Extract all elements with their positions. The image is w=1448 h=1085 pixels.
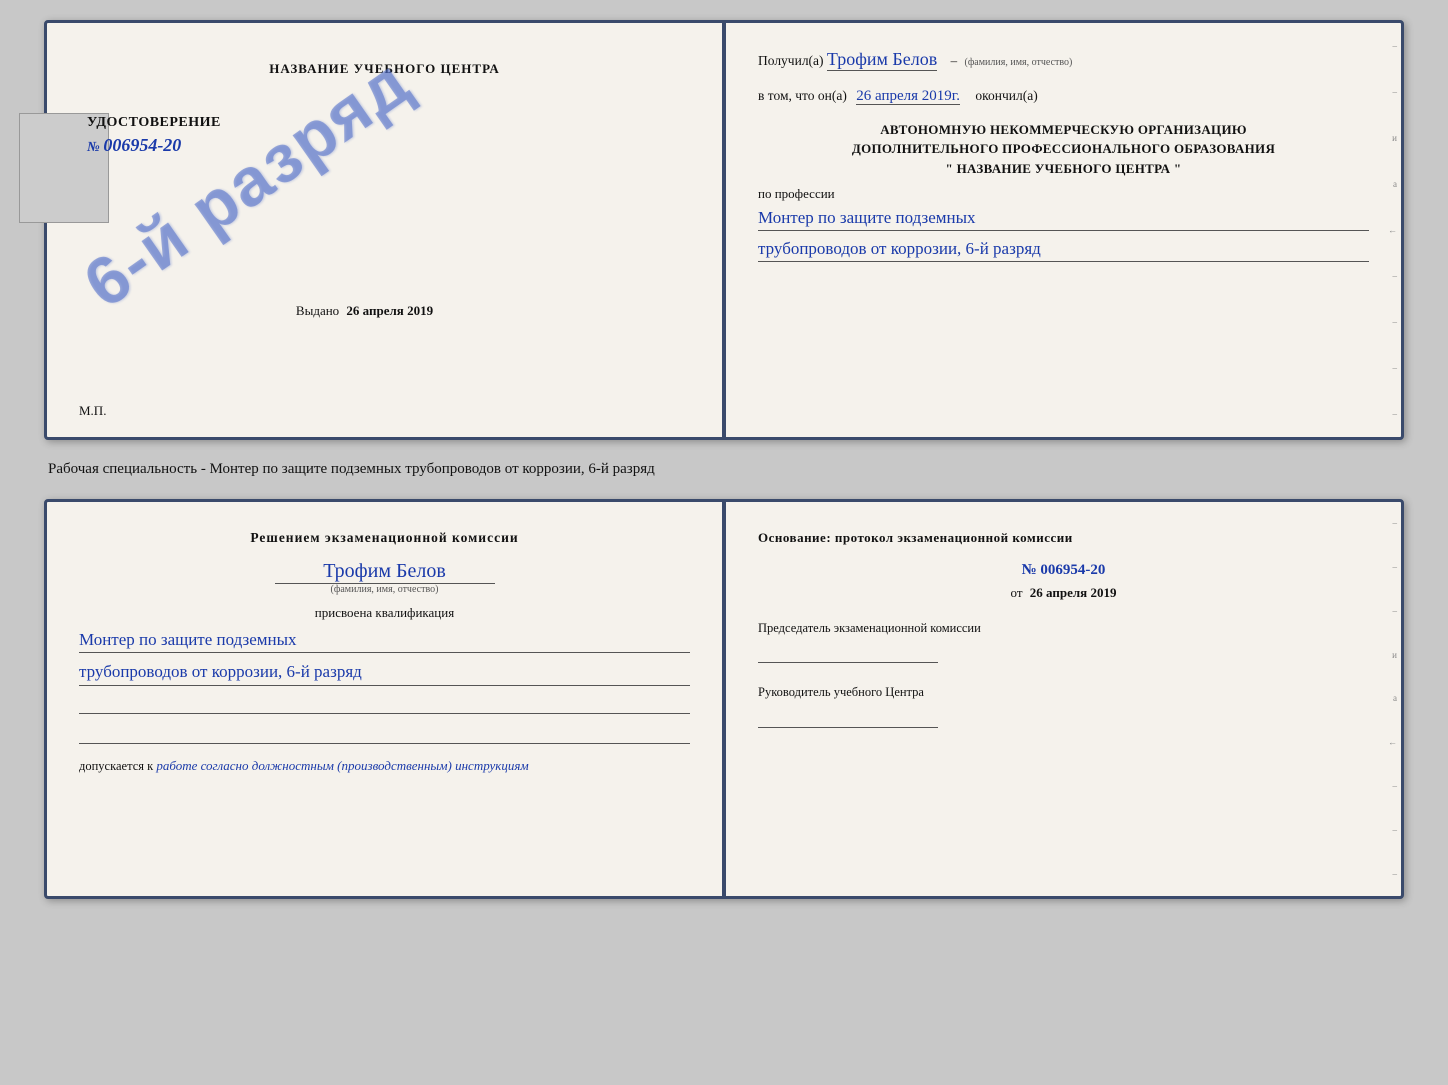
blank-line-1 [79,692,690,714]
person-name-block: Трофим Белов (фамилия, имя, отчество) [79,560,690,595]
person-name: Трофим Белов [275,560,495,584]
director-sig-line [758,706,938,728]
chairman-sig-line [758,641,938,663]
director-block: Руководитель учебного Центра [758,683,1369,728]
profession-label: по профессии [758,186,1369,202]
certificate-document: НАЗВАНИЕ УЧЕБНОГО ЦЕНТРА УДОСТОВЕРЕНИЕ №… [44,20,1404,440]
profession-value-1: Монтер по защите подземных [758,206,1369,231]
received-line: Получил(а) Трофим Белов – (фамилия, имя,… [758,45,1369,74]
doc1-left-panel: НАЗВАНИЕ УЧЕБНОГО ЦЕНТРА УДОСТОВЕРЕНИЕ №… [47,23,722,437]
cert-number: № 006954-20 [87,135,221,156]
allowed-value: работе согласно должностным (производств… [156,758,528,773]
basis-date: от 26 апреля 2019 [758,585,1369,601]
chairman-block: Председатель экзаменационной комиссии [758,619,1369,664]
doc2-right-panel: Основание: протокол экзаменационной коми… [726,502,1401,896]
side-decorations-2: – – – и а ← – – – [1383,502,1397,896]
basis-number: № 006954-20 [758,562,1369,579]
completed-line: в том, что он(а) 26 апреля 2019г. окончи… [758,84,1369,108]
org-block: АВТОНОМНУЮ НЕКОММЕРЧЕСКУЮ ОРГАНИЗАЦИЮ ДО… [758,120,1369,179]
profession-value-2: трубопроводов от коррозии, 6-й разряд [758,237,1369,262]
school-name-title: НАЗВАНИЕ УЧЕБНОГО ЦЕНТРА [269,61,500,77]
decision-title: Решением экзаменационной комиссии [79,530,690,546]
doc1-right-panel: Получил(а) Трофим Белов – (фамилия, имя,… [726,23,1401,437]
cert-label: УДОСТОВЕРЕНИЕ [87,115,221,131]
basis-title: Основание: протокол экзаменационной коми… [758,530,1369,546]
name-caption: (фамилия, имя, отчество) [79,584,690,595]
doc2-left-panel: Решением экзаменационной комиссии Трофим… [47,502,722,896]
allowed-label: допускается к работе согласно должностны… [79,758,690,774]
issued-line: Выдано 26 апреля 2019 [296,303,433,319]
mp-label: М.П. [79,403,106,419]
side-decorations: – – и а ← – – – – [1383,23,1397,437]
qualification-value-1: Монтер по защите подземных [79,627,690,654]
specialty-text: Рабочая специальность - Монтер по защите… [44,458,1404,481]
blank-line-2 [79,722,690,744]
qualification-label: присвоена квалификация [79,605,690,621]
exam-decision-document: Решением экзаменационной комиссии Трофим… [44,499,1404,899]
qualification-value-2: трубопроводов от коррозии, 6-й разряд [79,659,690,686]
